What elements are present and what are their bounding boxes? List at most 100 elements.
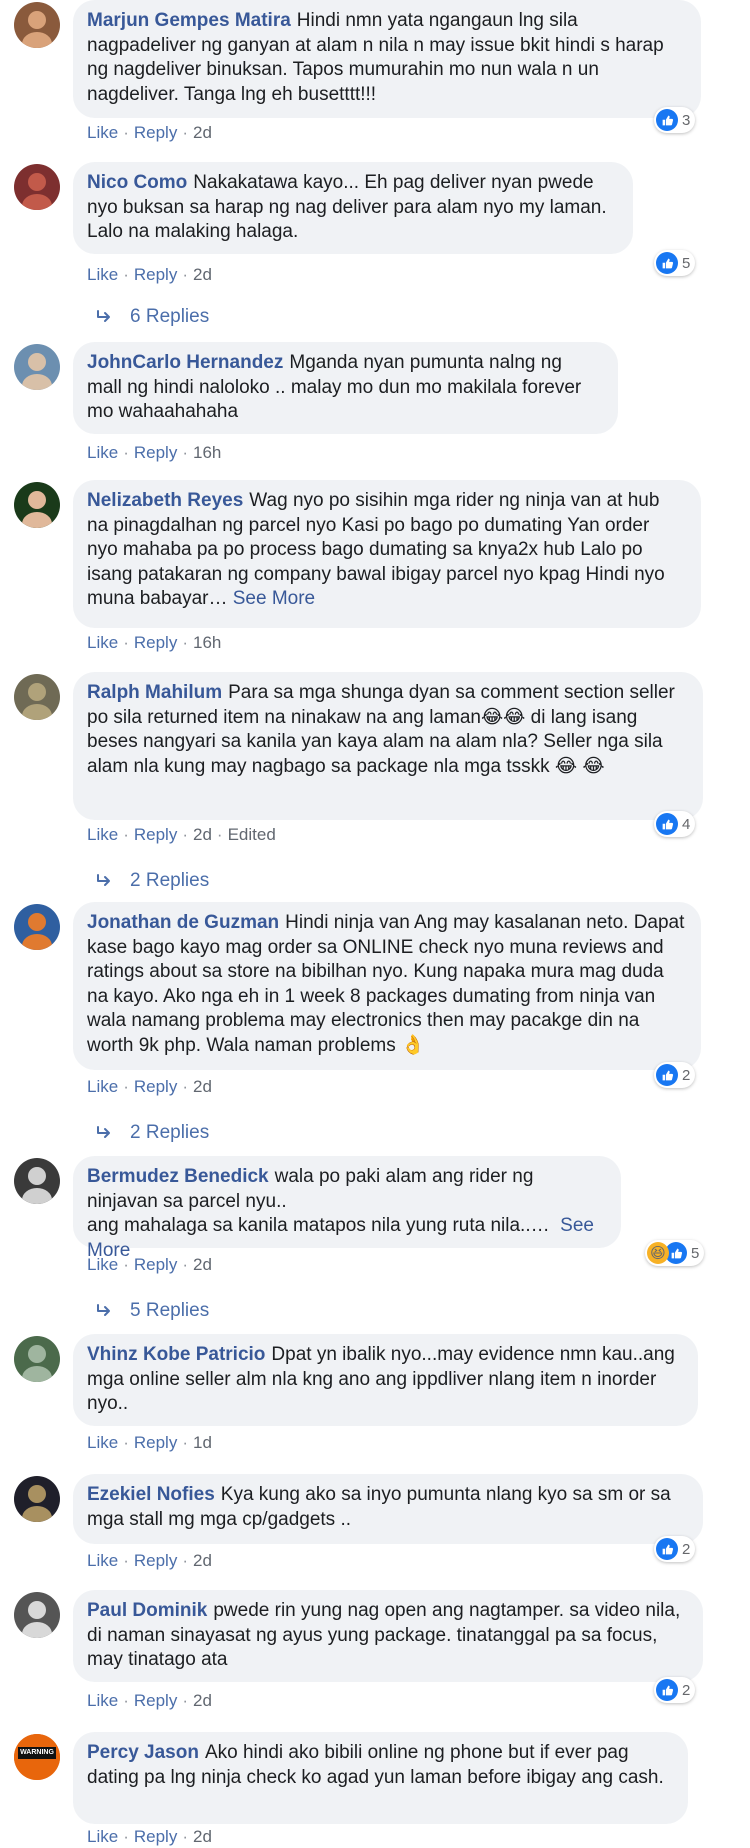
- avatar[interactable]: [14, 482, 60, 528]
- reaction-number: 5: [682, 254, 691, 272]
- comment-bubble: Bermudez Benedick wala po paki alam ang r…: [73, 1156, 621, 1261]
- avatar[interactable]: [14, 344, 60, 390]
- avatar[interactable]: [14, 674, 60, 720]
- comment-timestamp[interactable]: 2d: [193, 1255, 212, 1274]
- reply-arrow-icon: [97, 874, 110, 886]
- like-button[interactable]: Like: [87, 1433, 118, 1452]
- comment-timestamp[interactable]: 2d: [193, 123, 212, 142]
- comment-timestamp[interactable]: 2d: [193, 1691, 212, 1710]
- comment-actions: Like · Reply · 1d: [87, 1432, 212, 1454]
- like-button[interactable]: Like: [87, 1255, 118, 1274]
- comment-timestamp[interactable]: 16h: [193, 443, 221, 462]
- view-replies-link[interactable]: 5 Replies: [96, 1300, 209, 1322]
- comment-timestamp[interactable]: 2d: [193, 825, 212, 844]
- separator: ·: [216, 825, 223, 844]
- reaction-count[interactable]: 2: [654, 1677, 696, 1703]
- separator: ·: [123, 825, 129, 844]
- reaction-count[interactable]: 2: [654, 1062, 696, 1088]
- view-replies-link[interactable]: 2 Replies: [96, 870, 209, 892]
- comment-actions: Like · Reply · 16h: [87, 442, 221, 464]
- like-button[interactable]: Like: [87, 265, 118, 284]
- reply-button[interactable]: Reply: [134, 1255, 177, 1274]
- reply-arrow-icon: [97, 1126, 110, 1138]
- like-button[interactable]: Like: [87, 443, 118, 462]
- comment-bubble: Ralph Mahilum Para sa mga shunga dyan sa …: [73, 672, 703, 820]
- reply-button[interactable]: Reply: [134, 1551, 177, 1570]
- comment-timestamp[interactable]: 2d: [193, 265, 212, 284]
- like-button[interactable]: Like: [87, 633, 118, 652]
- comment-author[interactable]: Ralph Mahilum: [87, 682, 222, 703]
- reaction-number: 2: [682, 1066, 691, 1084]
- reply-button[interactable]: Reply: [134, 1691, 177, 1710]
- separator: ·: [182, 443, 188, 462]
- comment-author[interactable]: Vhinz Kobe Patricio: [87, 1344, 265, 1365]
- separator: ·: [182, 1551, 188, 1570]
- reply-button[interactable]: Reply: [134, 1433, 177, 1452]
- replies-label[interactable]: 5 Replies: [130, 1300, 209, 1322]
- replies-label[interactable]: 6 Replies: [130, 306, 209, 328]
- see-more-link[interactable]: See More: [227, 588, 315, 609]
- replies-label[interactable]: 2 Replies: [130, 1122, 209, 1144]
- like-button[interactable]: Like: [87, 1077, 118, 1096]
- like-button[interactable]: Like: [87, 1551, 118, 1570]
- comment-author[interactable]: Marjun Gempes Matira: [87, 10, 291, 31]
- comment-bubble: Percy Jason Ako hindi ako bibili online n…: [73, 1732, 688, 1824]
- reaction-count[interactable]: 3: [654, 107, 696, 133]
- separator: ·: [123, 633, 129, 652]
- separator: ·: [123, 265, 129, 284]
- comment-timestamp[interactable]: 16h: [193, 633, 221, 652]
- separator: ·: [123, 1077, 129, 1096]
- haha-reaction-icon: 😆: [647, 1242, 669, 1264]
- like-reaction-icon: [656, 252, 678, 274]
- comment-actions: Like · Reply · 2d: [87, 264, 212, 286]
- separator: ·: [123, 1551, 129, 1570]
- comment-timestamp[interactable]: 2d: [193, 1551, 212, 1570]
- like-button[interactable]: Like: [87, 1691, 118, 1710]
- avatar[interactable]: [14, 1336, 60, 1382]
- avatar[interactable]: [14, 1592, 60, 1638]
- comment-author[interactable]: Jonathan de Guzman: [87, 912, 279, 933]
- reply-button[interactable]: Reply: [134, 1077, 177, 1096]
- edited-label[interactable]: Edited: [228, 825, 276, 844]
- separator: ·: [182, 1433, 188, 1452]
- avatar[interactable]: [14, 164, 60, 210]
- view-replies-link[interactable]: 2 Replies: [96, 1122, 209, 1144]
- reply-button[interactable]: Reply: [134, 123, 177, 142]
- comment-author[interactable]: JohnCarlo Hernandez: [87, 352, 283, 373]
- reply-button[interactable]: Reply: [134, 633, 177, 652]
- like-reaction-icon: [656, 109, 678, 131]
- comment-timestamp[interactable]: 2d: [193, 1077, 212, 1096]
- comment-timestamp[interactable]: 1d: [193, 1433, 212, 1452]
- avatar[interactable]: [14, 1476, 60, 1522]
- reply-button[interactable]: Reply: [134, 265, 177, 284]
- view-replies-link[interactable]: 6 Replies: [96, 306, 209, 328]
- comment-author[interactable]: Ezekiel Nofies: [87, 1484, 215, 1505]
- like-button[interactable]: Like: [87, 825, 118, 844]
- comment-bubble: Ezekiel Nofies Kya kung ako sa inyo pumun…: [73, 1474, 703, 1544]
- avatar[interactable]: WARNING: [14, 1734, 60, 1780]
- like-button[interactable]: Like: [87, 1827, 118, 1846]
- avatar[interactable]: [14, 1158, 60, 1204]
- reaction-count[interactable]: 5: [654, 250, 696, 276]
- reaction-count[interactable]: 😆 5: [645, 1240, 705, 1266]
- comment-timestamp[interactable]: 2d: [193, 1827, 212, 1846]
- reply-button[interactable]: Reply: [134, 443, 177, 462]
- comment-actions: Like · Reply · 2d: [87, 1826, 212, 1848]
- reply-button[interactable]: Reply: [134, 1827, 177, 1846]
- avatar[interactable]: [14, 2, 60, 48]
- comment-author[interactable]: Bermudez Benedick: [87, 1166, 269, 1187]
- comment-author[interactable]: Paul Dominik: [87, 1600, 207, 1621]
- reaction-number: 2: [682, 1540, 691, 1558]
- comment-bubble: Marjun Gempes Matira Hindi nmn yata ngang…: [73, 0, 701, 118]
- comment-author[interactable]: Percy Jason: [87, 1742, 199, 1763]
- replies-label[interactable]: 2 Replies: [130, 870, 209, 892]
- comment-bubble: Jonathan de Guzman Hindi ninja van Ang ma…: [73, 902, 701, 1070]
- comment-author[interactable]: Nico Como: [87, 172, 187, 193]
- avatar[interactable]: [14, 904, 60, 950]
- reply-button[interactable]: Reply: [134, 825, 177, 844]
- like-button[interactable]: Like: [87, 123, 118, 142]
- separator: ·: [182, 1827, 188, 1846]
- comment-author[interactable]: Nelizabeth Reyes: [87, 490, 243, 511]
- reaction-count[interactable]: 2: [654, 1536, 696, 1562]
- reaction-count[interactable]: 4: [654, 811, 696, 837]
